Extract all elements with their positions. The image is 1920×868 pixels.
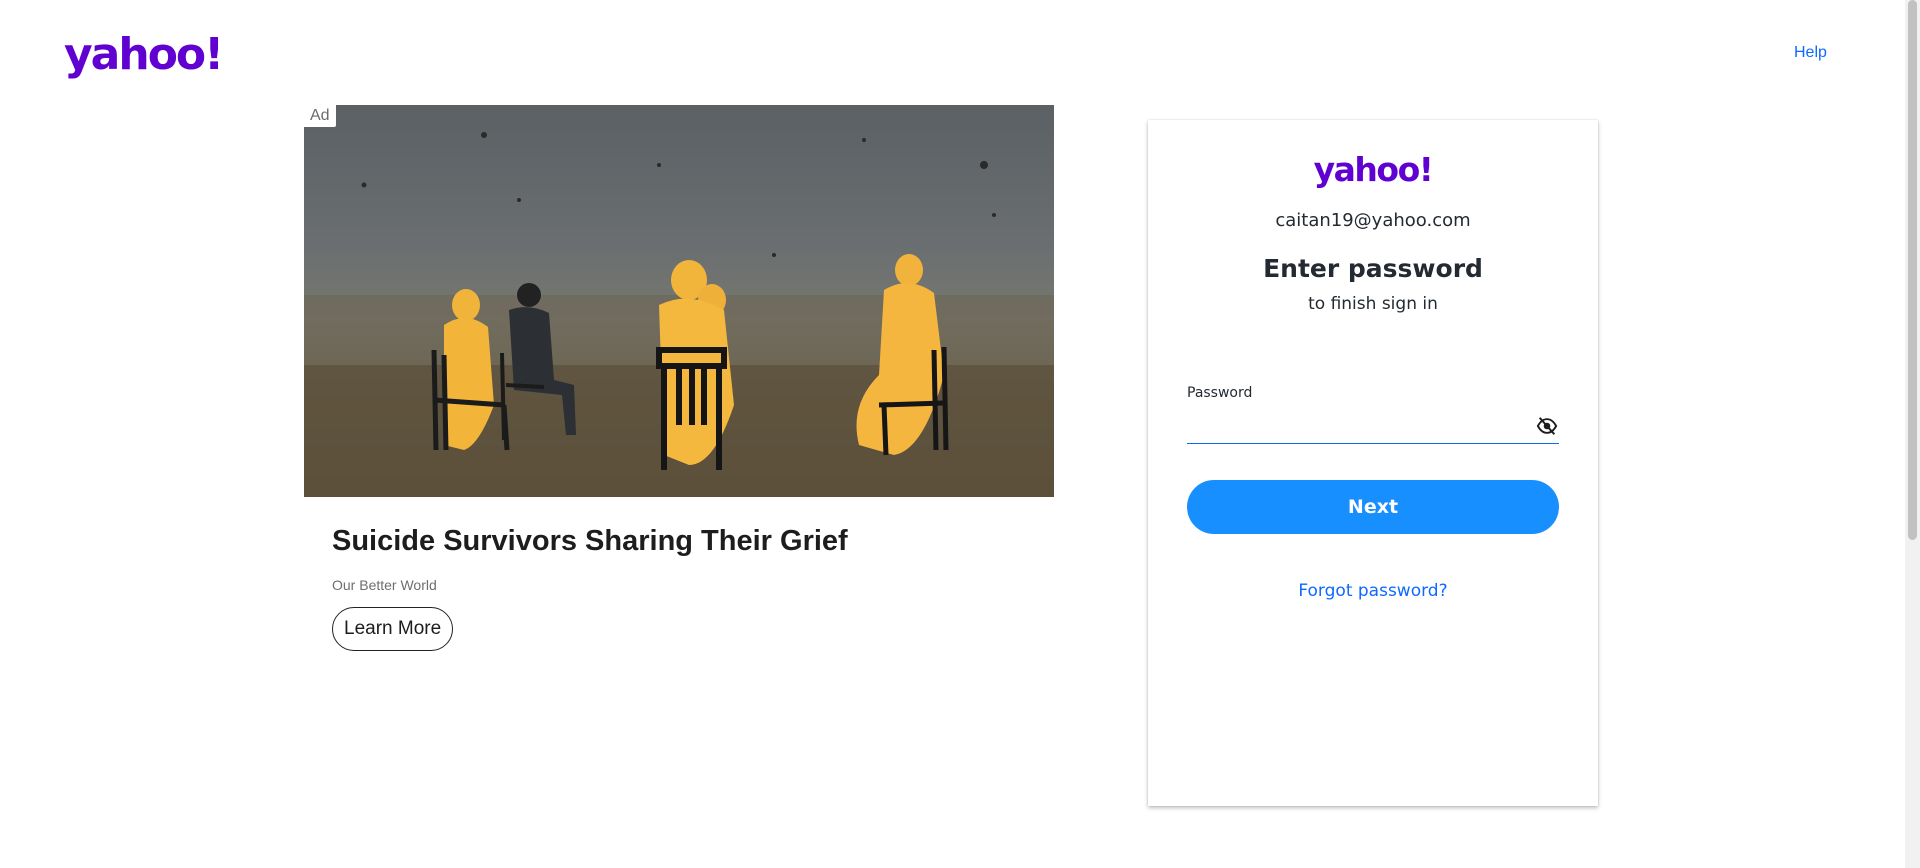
eye-slash-icon[interactable] [1536, 415, 1558, 437]
page: yahoo! Help Ad Suicide Survivors Sharing… [0, 0, 1920, 868]
card-yahoo-logo: yahoo! [1313, 150, 1434, 189]
page-title: Enter password [1263, 254, 1483, 283]
ad-image[interactable]: Ad [304, 105, 1054, 497]
scrollbar[interactable] [1905, 0, 1920, 868]
account-email: caitan19@yahoo.com [1275, 210, 1471, 231]
learn-more-button[interactable]: Learn More [332, 607, 454, 651]
password-label: Password [1187, 385, 1253, 401]
ad-container: Ad Suicide Survivors Sharing Their Grief… [304, 105, 1054, 651]
next-button[interactable]: Next [1187, 480, 1559, 534]
scrollbar-thumb[interactable] [1908, 0, 1917, 540]
ad-title[interactable]: Suicide Survivors Sharing Their Grief [332, 523, 1054, 559]
ad-badge: Ad [304, 105, 336, 127]
ad-illustration [304, 132, 1054, 497]
password-input[interactable] [1187, 410, 1559, 444]
ad-sponsor[interactable]: Our Better World [332, 577, 1054, 593]
yahoo-logo[interactable]: yahoo! [64, 30, 224, 80]
login-card: yahoo! caitan19@yahoo.com Enter password… [1148, 120, 1598, 806]
page-subtitle: to finish sign in [1308, 294, 1438, 314]
forgot-password-link[interactable]: Forgot password? [1148, 581, 1598, 601]
help-link[interactable]: Help [1794, 44, 1827, 62]
